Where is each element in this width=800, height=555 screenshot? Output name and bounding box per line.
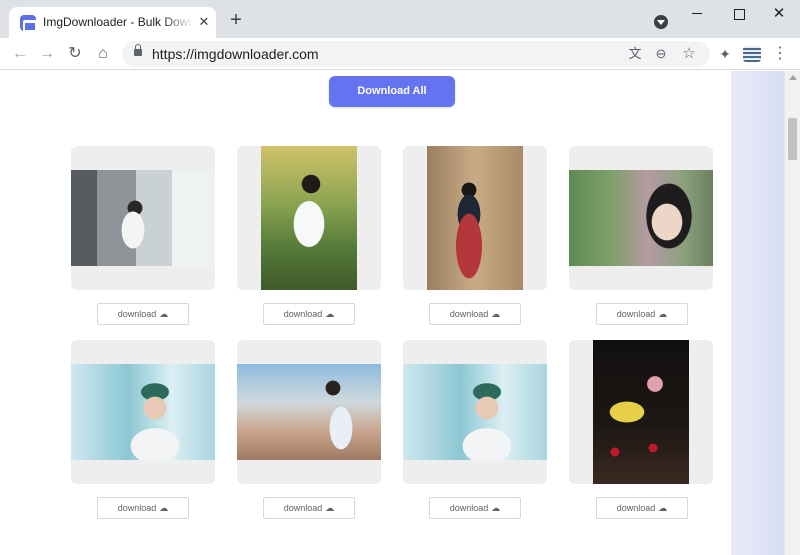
forward-arrow-icon[interactable]: →	[37, 44, 57, 64]
image-thumbnail-6[interactable]	[237, 340, 381, 484]
close-window-button[interactable]: ✕	[768, 6, 790, 22]
cloud-download-icon: ☁	[658, 503, 668, 513]
bookmark-star-icon[interactable]: ☆	[680, 45, 698, 63]
imgdownloader-favicon-icon	[20, 15, 37, 32]
page-viewport: Download All download ☁ download ☁ downloa…	[0, 71, 784, 555]
browser-tab[interactable]: ImgDownloader - Bulk Download Images ✕	[9, 7, 216, 38]
cloud-download-icon: ☁	[491, 503, 501, 513]
extensions-puzzle-icon[interactable]: ✦	[715, 44, 735, 64]
maximize-window-button[interactable]	[728, 6, 750, 22]
back-arrow-icon[interactable]: ←	[10, 44, 30, 64]
cloud-download-icon: ☁	[325, 503, 335, 513]
url-text[interactable]: https://imgdownloader.com	[152, 46, 319, 62]
image-thumbnail-2[interactable]	[237, 146, 381, 290]
download-button-3[interactable]: download ☁	[429, 303, 521, 325]
download-button-5[interactable]: download ☁	[97, 497, 189, 519]
page-background-left-lower	[0, 426, 54, 555]
photo-7	[403, 364, 547, 460]
scroll-up-arrow-icon[interactable]	[789, 75, 797, 80]
tab-strip: ImgDownloader - Bulk Download Images ✕ +…	[0, 0, 800, 38]
download-button-2[interactable]: download ☁	[263, 303, 355, 325]
cloud-download-icon: ☁	[491, 309, 501, 319]
download-button-7[interactable]: download ☁	[429, 497, 521, 519]
photo-6	[237, 364, 381, 460]
tab-search-icon[interactable]	[654, 15, 668, 29]
reload-icon[interactable]: ↻	[65, 44, 85, 64]
image-thumbnail-4[interactable]	[569, 146, 713, 290]
translate-icon[interactable]: ⽂	[626, 45, 644, 63]
photo-1	[71, 170, 215, 266]
zoom-icon[interactable]: ⊖	[652, 45, 670, 63]
cloud-download-icon: ☁	[325, 309, 335, 319]
photo-2	[261, 146, 357, 290]
home-icon[interactable]: ⌂	[93, 44, 113, 64]
page-background-right	[731, 71, 784, 555]
image-grid-panel: Download All download ☁ download ☁ downloa…	[54, 71, 731, 555]
cloud-download-icon: ☁	[159, 503, 169, 513]
close-tab-icon[interactable]: ✕	[196, 14, 212, 30]
image-thumbnail-3[interactable]	[403, 146, 547, 290]
photo-8	[593, 340, 689, 484]
lock-icon[interactable]	[134, 44, 142, 56]
more-menu-icon[interactable]: ⋮	[770, 44, 790, 64]
photo-4	[569, 170, 713, 266]
image-thumbnail-8[interactable]	[569, 340, 713, 484]
image-thumbnail-7[interactable]	[403, 340, 547, 484]
address-bar[interactable]: https://imgdownloader.com ⽂ ⊖ ☆	[122, 41, 710, 67]
image-thumbnail-5[interactable]	[71, 340, 215, 484]
profile-avatar[interactable]	[742, 44, 762, 64]
tab-title: ImgDownloader - Bulk Download Images	[43, 15, 193, 29]
page-scrollbar[interactable]	[784, 71, 800, 555]
image-thumbnail-1[interactable]	[71, 146, 215, 290]
cloud-download-icon: ☁	[159, 309, 169, 319]
scrollbar-thumb[interactable]	[788, 118, 797, 160]
download-button-1[interactable]: download ☁	[97, 303, 189, 325]
minimize-window-button[interactable]	[686, 6, 708, 22]
cloud-download-icon: ☁	[658, 309, 668, 319]
new-tab-button[interactable]: +	[227, 10, 245, 30]
browser-toolbar: ← → ↻ ⌂ https://imgdownloader.com ⽂ ⊖ ☆ …	[0, 38, 800, 70]
download-button-8[interactable]: download ☁	[596, 497, 688, 519]
download-button-4[interactable]: download ☁	[596, 303, 688, 325]
photo-3	[427, 146, 523, 290]
download-all-button[interactable]: Download All	[329, 76, 455, 107]
page-background-left	[0, 71, 54, 426]
download-button-6[interactable]: download ☁	[263, 497, 355, 519]
photo-5	[71, 364, 215, 460]
